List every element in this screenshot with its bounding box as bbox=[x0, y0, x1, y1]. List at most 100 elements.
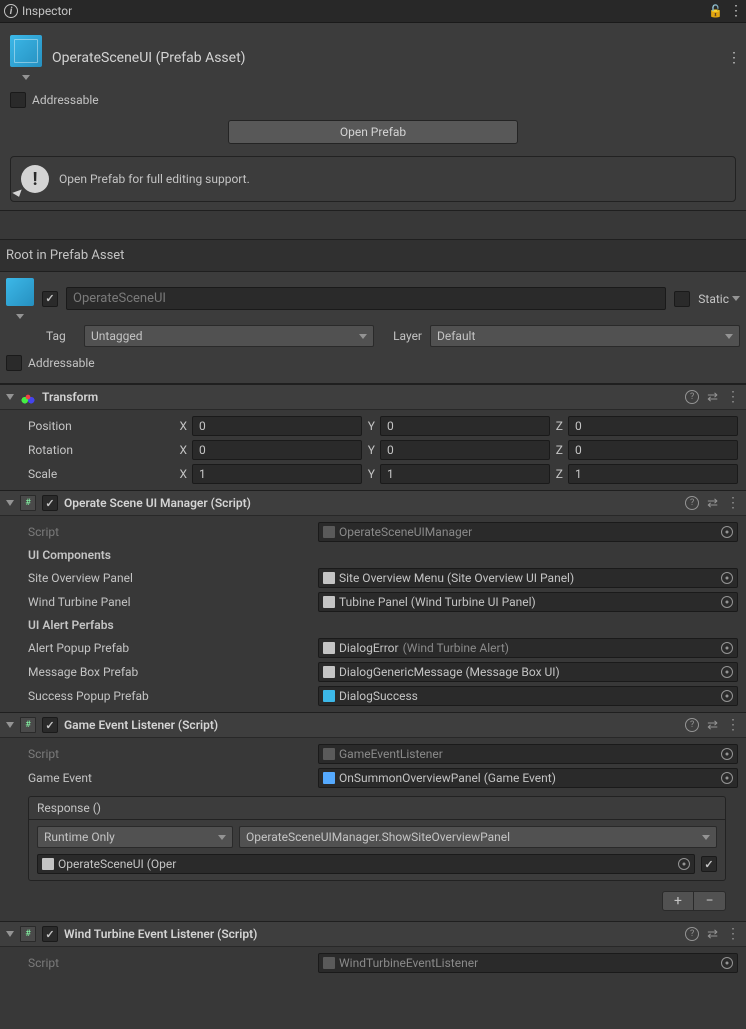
gameobject-header: Static Tag Untagged Layer Default Addres… bbox=[0, 272, 746, 384]
alert-prefab-field[interactable]: DialogError (Wind Turbine Alert) bbox=[318, 638, 738, 658]
foldout-icon[interactable] bbox=[6, 931, 14, 937]
object-icon bbox=[323, 642, 335, 654]
addressable-label: Addressable bbox=[32, 93, 99, 107]
static-label: Static bbox=[698, 292, 729, 306]
help-icon[interactable]: ? bbox=[685, 390, 699, 404]
object-picker-icon[interactable] bbox=[721, 957, 733, 969]
tab-menu-icon[interactable]: ⋮ bbox=[729, 3, 742, 19]
chevron-down-icon bbox=[218, 835, 226, 840]
script-field: OperateSceneUIManager bbox=[318, 522, 738, 542]
scale-z-input[interactable] bbox=[568, 464, 738, 484]
response-arg-checkbox[interactable] bbox=[701, 856, 717, 872]
wind-panel-field[interactable]: Tubine Panel (Wind Turbine UI Panel) bbox=[318, 592, 738, 612]
static-dropdown-icon[interactable] bbox=[732, 296, 740, 301]
game-event-enabled-checkbox[interactable] bbox=[42, 717, 58, 733]
gameobject-name-input[interactable] bbox=[66, 287, 666, 310]
open-prefab-hint: ! Open Prefab for full editing support. bbox=[10, 156, 736, 202]
foldout-icon[interactable] bbox=[6, 722, 14, 728]
object-picker-icon[interactable] bbox=[721, 596, 733, 608]
object-picker-icon[interactable] bbox=[678, 858, 690, 870]
help-icon[interactable]: ? bbox=[685, 496, 699, 510]
success-prefab-field[interactable]: DialogSuccess bbox=[318, 686, 738, 706]
exclamation-icon: ! bbox=[21, 165, 49, 193]
script-label: Script bbox=[8, 956, 318, 970]
site-panel-field[interactable]: Site Overview Menu (Site Overview UI Pan… bbox=[318, 568, 738, 588]
object-picker-icon[interactable] bbox=[721, 526, 733, 538]
component-menu-icon[interactable]: ⋮ bbox=[726, 389, 740, 405]
transform-icon bbox=[20, 389, 36, 405]
open-prefab-button[interactable]: Open Prefab bbox=[228, 120, 518, 144]
rotation-y-input[interactable] bbox=[380, 440, 550, 460]
object-picker-icon[interactable] bbox=[721, 666, 733, 678]
help-icon[interactable]: ? bbox=[685, 927, 699, 941]
scale-y-input[interactable] bbox=[380, 464, 550, 484]
help-icon[interactable]: ? bbox=[685, 718, 699, 732]
add-response-button[interactable]: + bbox=[662, 891, 694, 911]
wind-panel-label: Wind Turbine Panel bbox=[8, 595, 318, 609]
inspector-tab-label[interactable]: Inspector bbox=[22, 4, 72, 18]
prefab-icon bbox=[10, 35, 42, 67]
msg-prefab-label: Message Box Prefab bbox=[8, 665, 318, 679]
position-y-input[interactable] bbox=[380, 416, 550, 436]
object-picker-icon[interactable] bbox=[721, 572, 733, 584]
method-dropdown[interactable]: OperateSceneUIManager.ShowSiteOverviewPa… bbox=[239, 826, 717, 848]
ui-manager-body: Script OperateSceneUIManager UI Componen… bbox=[0, 516, 746, 712]
prefab-title: OperateSceneUI (Prefab Asset) bbox=[52, 50, 717, 66]
component-menu-icon[interactable]: ⋮ bbox=[726, 926, 740, 942]
game-event-field[interactable]: OnSummonOverviewPanel (Game Event) bbox=[318, 768, 738, 788]
chevron-down-icon bbox=[702, 835, 710, 840]
prefab-dropdown-icon[interactable] bbox=[22, 75, 30, 80]
transform-component-header[interactable]: Transform ? ⇄ ⋮ bbox=[0, 384, 746, 410]
scale-x-input[interactable] bbox=[192, 464, 362, 484]
addressable-checkbox-2[interactable] bbox=[6, 355, 22, 371]
position-x-input[interactable] bbox=[192, 416, 362, 436]
open-prefab-hint-text: Open Prefab for full editing support. bbox=[59, 172, 250, 186]
component-menu-icon[interactable]: ⋮ bbox=[726, 495, 740, 511]
root-section-header: Root in Prefab Asset bbox=[0, 239, 746, 272]
foldout-icon[interactable] bbox=[6, 500, 14, 506]
gameobject-active-checkbox[interactable] bbox=[42, 291, 58, 307]
object-icon bbox=[42, 858, 54, 870]
preset-icon[interactable]: ⇄ bbox=[707, 718, 718, 733]
success-prefab-label: Success Popup Prefab bbox=[8, 689, 318, 703]
transform-title: Transform bbox=[42, 390, 679, 404]
transform-body: Position X Y Z Rotation X Y Z Scale X Y … bbox=[0, 410, 746, 490]
preset-icon[interactable]: ⇄ bbox=[707, 390, 718, 405]
object-icon bbox=[323, 572, 335, 584]
preset-icon[interactable]: ⇄ bbox=[707, 496, 718, 511]
foldout-icon[interactable] bbox=[6, 394, 14, 400]
alert-prefab-label: Alert Popup Prefab bbox=[8, 641, 318, 655]
event-icon bbox=[323, 772, 335, 784]
wind-listener-component-header[interactable]: # Wind Turbine Event Listener (Script) ?… bbox=[0, 921, 746, 947]
rotation-x-input[interactable] bbox=[192, 440, 362, 460]
preset-icon[interactable]: ⇄ bbox=[707, 927, 718, 942]
object-picker-icon[interactable] bbox=[721, 690, 733, 702]
prefab-menu-icon[interactable]: ⋮ bbox=[727, 50, 740, 66]
component-menu-icon[interactable]: ⋮ bbox=[726, 717, 740, 733]
remove-response-button[interactable]: − bbox=[694, 891, 726, 911]
runtime-dropdown[interactable]: Runtime Only bbox=[37, 826, 233, 848]
addressable-checkbox[interactable] bbox=[10, 92, 26, 108]
layer-dropdown[interactable]: Default bbox=[430, 325, 740, 347]
object-picker-icon[interactable] bbox=[721, 772, 733, 784]
object-picker-icon[interactable] bbox=[721, 642, 733, 654]
msg-prefab-field[interactable]: DialogGenericMessage (Message Box UI) bbox=[318, 662, 738, 682]
object-picker-icon[interactable] bbox=[721, 748, 733, 760]
ui-manager-enabled-checkbox[interactable] bbox=[42, 495, 58, 511]
ui-manager-component-header[interactable]: # Operate Scene UI Manager (Script) ? ⇄ … bbox=[0, 490, 746, 516]
axis-y-label: Y bbox=[364, 419, 378, 433]
gameobject-dropdown-icon[interactable] bbox=[16, 314, 24, 319]
object-icon bbox=[323, 666, 335, 678]
lock-icon[interactable]: 🔓 bbox=[708, 4, 723, 18]
target-field[interactable]: OperateSceneUI (Oper bbox=[37, 854, 695, 874]
axis-z-label: Z bbox=[552, 419, 566, 433]
rotation-z-input[interactable] bbox=[568, 440, 738, 460]
game-event-component-header[interactable]: # Game Event Listener (Script) ? ⇄ ⋮ bbox=[0, 712, 746, 738]
tag-dropdown[interactable]: Untagged bbox=[84, 325, 374, 347]
script-label: Script bbox=[8, 525, 318, 539]
static-checkbox[interactable] bbox=[674, 291, 690, 307]
wind-listener-enabled-checkbox[interactable] bbox=[42, 926, 58, 942]
game-event-title: Game Event Listener (Script) bbox=[64, 718, 679, 732]
position-z-input[interactable] bbox=[568, 416, 738, 436]
prefab-header-section: OperateSceneUI (Prefab Asset) ⋮ Addressa… bbox=[0, 23, 746, 211]
